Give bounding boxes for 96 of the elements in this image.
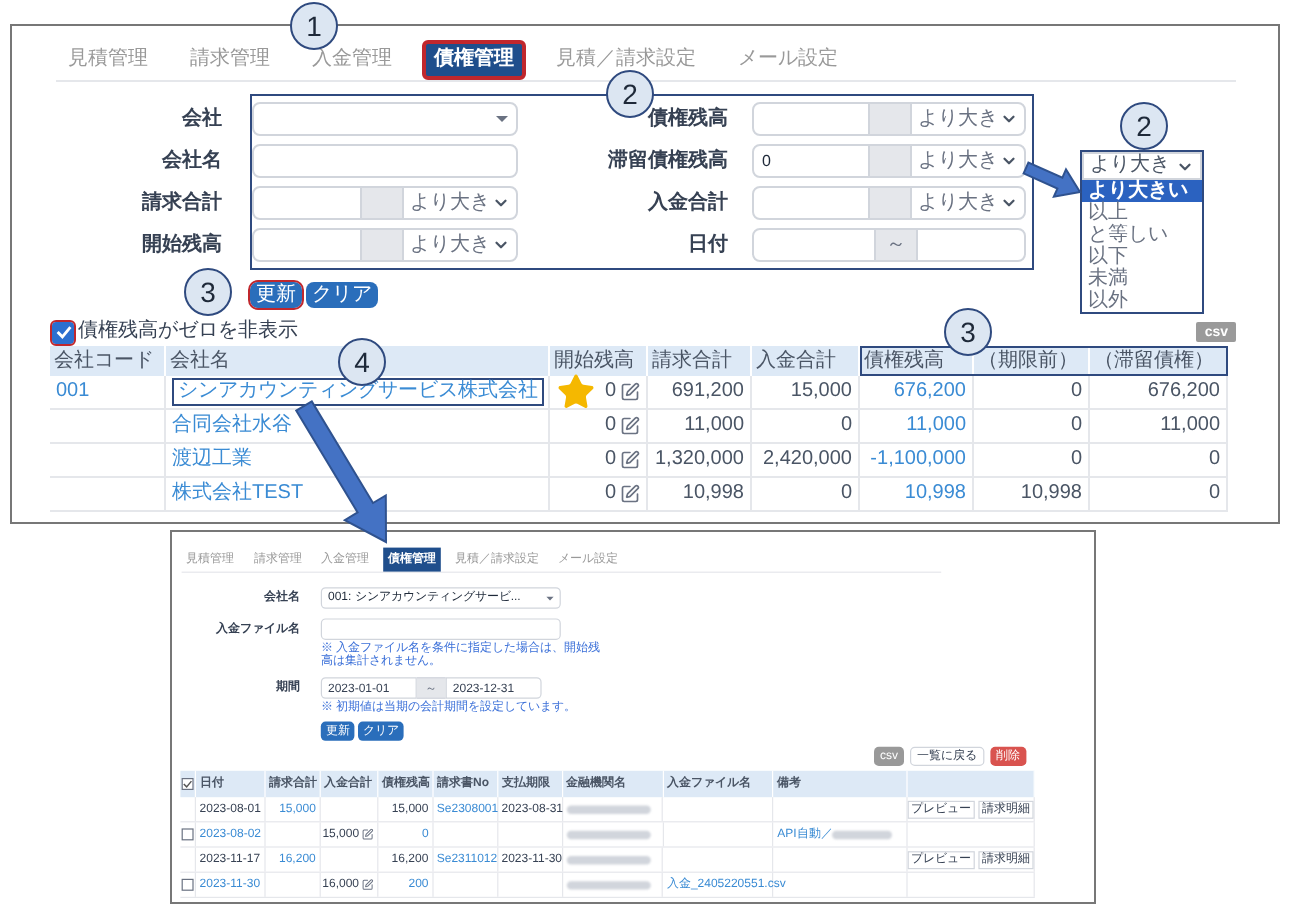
number-field[interactable] (252, 228, 362, 262)
table-cell: 0 (1208, 450, 1220, 470)
filter-label: 日付 (688, 231, 728, 260)
operator-select[interactable]: より大き (402, 228, 518, 262)
tab[interactable]: メール設定 (726, 39, 850, 79)
step-number: 1 (290, 2, 338, 50)
text-field[interactable] (320, 618, 561, 640)
operator-select[interactable]: より大き (910, 144, 1026, 178)
table-cell: 0 (840, 416, 852, 436)
operator-select[interactable]: より大き (910, 186, 1026, 220)
input-addon (362, 228, 402, 262)
table-cell: 691,200 (671, 382, 744, 402)
filter-label: 会社名 (162, 147, 222, 176)
balance-link[interactable]: -1,100,000 (870, 450, 966, 470)
form-button[interactable]: 更新 (250, 282, 302, 308)
table-cell: 0 (1070, 450, 1082, 470)
table-cell: 0 (604, 382, 616, 402)
table-cell: 0 (1208, 484, 1220, 504)
range-separator: ～ (876, 228, 916, 262)
checkbox[interactable] (181, 878, 194, 891)
dropdown-option[interactable]: 以下 (1082, 246, 1202, 268)
form-button[interactable]: クリア (306, 282, 378, 308)
arrow (1022, 161, 1082, 199)
chevron-down-icon (1000, 152, 1018, 170)
dropdown-option[interactable]: 以上 (1082, 202, 1202, 224)
input-addon (870, 186, 910, 220)
dropdown-option[interactable]: 未満 (1082, 268, 1202, 290)
checkbox[interactable] (181, 778, 194, 790)
column-header: 入金合計 (756, 351, 836, 371)
tab[interactable]: 請求管理 (178, 39, 282, 79)
checkbox[interactable] (181, 828, 194, 841)
balance-link[interactable]: 676,200 (893, 382, 966, 402)
balance-link[interactable]: 10,998 (904, 484, 966, 504)
edit-icon[interactable] (620, 382, 640, 402)
table-cell: 0 (840, 484, 852, 504)
table-cell: 0 (604, 450, 616, 470)
input-addon (870, 144, 910, 178)
column-header: 会社名 (170, 351, 230, 371)
column-header: 開始残高 (554, 351, 634, 371)
table-cell: 11,000 (1160, 416, 1220, 436)
filter-label: 入金合計 (648, 189, 728, 218)
edit-icon[interactable] (620, 484, 640, 504)
number-field[interactable]: 0 (752, 144, 870, 178)
company-link[interactable]: 合同会社水谷 (172, 414, 292, 438)
chevron-down-icon (1000, 110, 1018, 128)
column-header: 会社コード (54, 351, 154, 371)
number-field[interactable] (752, 102, 870, 136)
column-header: （滞留債権） (1094, 351, 1214, 371)
text-field[interactable] (252, 144, 518, 178)
input-addon (362, 186, 402, 220)
dropdown-option[interactable]: と等しい (1082, 224, 1202, 246)
checkbox-label: 債権残高がゼロを非表示 (78, 322, 298, 342)
table-cell: 15,000 (790, 382, 852, 402)
filter-label: 債権残高 (648, 104, 728, 134)
dropdown-option[interactable]: 以外 (1082, 290, 1202, 312)
input-addon (870, 102, 910, 136)
table-cell: 676,200 (1147, 382, 1220, 402)
operator-select[interactable]: より大き (910, 102, 1026, 136)
table-cell: 10,998 (682, 484, 744, 504)
chevron-down-icon (1000, 194, 1018, 212)
date-field[interactable] (916, 228, 1026, 262)
column-header: 請求合計 (652, 351, 732, 371)
filter-label: 会社 (182, 105, 222, 134)
chevron-down-icon (492, 194, 510, 212)
balance-link[interactable]: 11,000 (906, 416, 966, 436)
edit-icon[interactable] (620, 416, 640, 436)
table-cell: 1,320,000 (655, 450, 744, 470)
operator-select[interactable]: より大き (402, 186, 518, 220)
column-header: （期限前） (978, 351, 1078, 371)
dropdown-option[interactable]: より大きい (1082, 180, 1202, 202)
table-cell: 0 (604, 484, 616, 504)
check-icon (182, 779, 193, 789)
table-cell: 2,420,000 (763, 450, 852, 470)
checkbox[interactable] (52, 321, 74, 343)
table-cell: 0 (1070, 382, 1082, 402)
tab[interactable]: 債権管理 (422, 39, 526, 79)
filter-label: 滞留債権残高 (608, 146, 728, 176)
column-header: 債権残高 (864, 351, 944, 371)
chevron-down-icon (492, 236, 510, 254)
number-field[interactable] (252, 186, 362, 220)
filter-label: 開始残高 (142, 230, 222, 260)
company-link[interactable]: 渡辺工業 (172, 448, 252, 472)
table-cell: 0 (604, 416, 616, 436)
number-field[interactable] (752, 186, 870, 220)
table-cell: 0 (1070, 416, 1082, 436)
tab[interactable]: 見積管理 (56, 39, 160, 79)
date-field[interactable] (752, 228, 876, 262)
operator-select[interactable]: より大き (1082, 152, 1202, 180)
filter-label: 請求合計 (142, 189, 222, 218)
company-link[interactable]: 001 (56, 380, 90, 404)
caret-icon (496, 116, 508, 122)
edit-icon[interactable] (620, 450, 640, 470)
table-cell: 10,998 (1020, 484, 1082, 504)
caret-icon (546, 596, 554, 600)
table-cell: 11,000 (684, 416, 744, 436)
company-link[interactable]: 株式会社TEST (172, 482, 304, 506)
